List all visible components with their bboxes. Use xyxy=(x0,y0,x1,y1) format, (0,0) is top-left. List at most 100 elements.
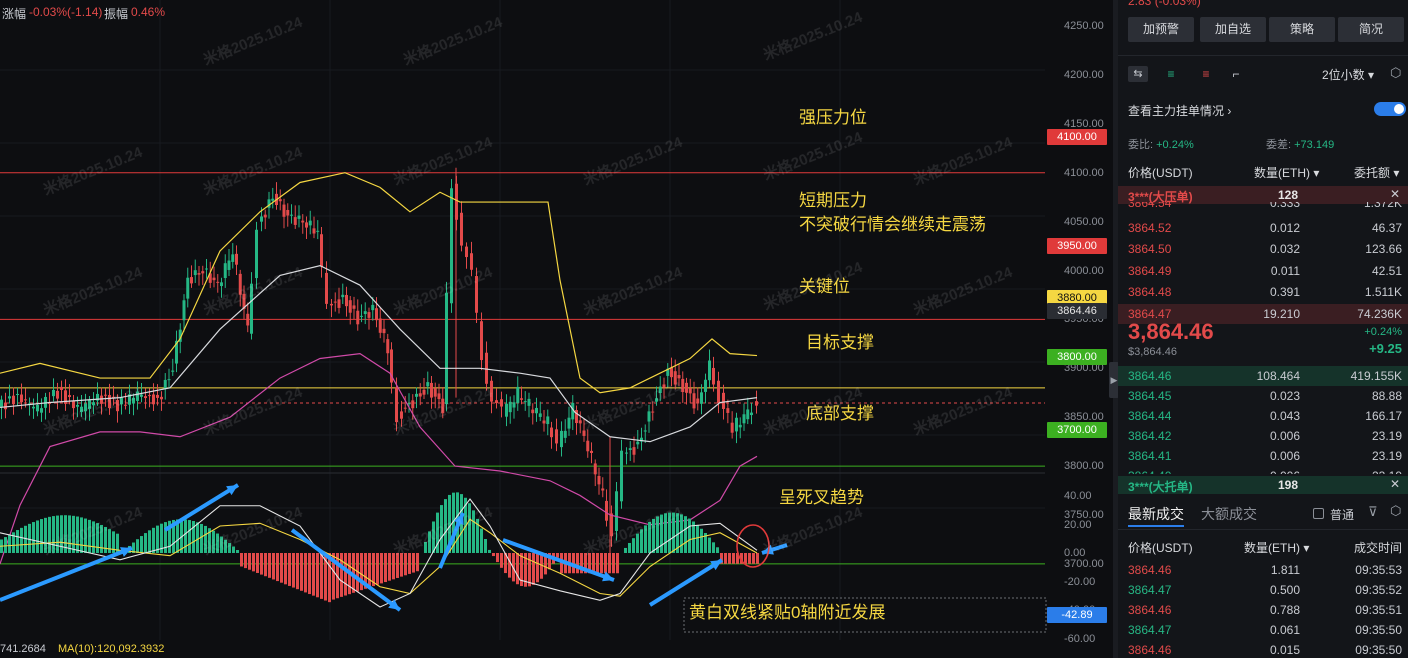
macd-bar xyxy=(712,542,715,553)
tab-latest-trades[interactable]: 最新成交 xyxy=(1128,504,1184,524)
trade-row[interactable]: 3864.47 0.061 09:35:50 xyxy=(1118,620,1408,640)
macd-bar xyxy=(256,553,259,573)
macd-bar xyxy=(292,553,295,588)
alert-button[interactable]: 加预警 xyxy=(1128,17,1194,42)
filter-icon[interactable]: ⊽ xyxy=(1368,504,1378,520)
candle-body xyxy=(738,424,742,428)
bid-block-row[interactable]: 3***(大托单) 198 ✕ xyxy=(1118,476,1408,494)
main-orders-toggle[interactable] xyxy=(1374,102,1406,116)
macd-bar xyxy=(8,534,11,553)
macd-axis-tick: 20.00 xyxy=(1064,518,1092,531)
settings-hex-icon[interactable]: ⬡ xyxy=(1390,503,1401,519)
candle-body xyxy=(216,281,220,283)
candle-body xyxy=(231,254,235,262)
macd-bar xyxy=(440,505,443,553)
candle-body xyxy=(193,270,197,276)
candle-body xyxy=(140,394,143,397)
footer-ma: MA(10):120,092.3932 xyxy=(58,643,165,655)
candle-body xyxy=(305,222,308,228)
bid-row[interactable]: 3864.40 0.006 23.19 xyxy=(1118,466,1408,474)
trade-row[interactable]: 3864.46 0.788 09:35:51 xyxy=(1118,600,1408,620)
bid-row[interactable]: 3864.44 0.043 166.17 xyxy=(1118,406,1408,426)
bollinger-upper xyxy=(0,172,758,394)
candle-body xyxy=(56,390,59,399)
trade-row[interactable]: 3864.46 0.015 09:35:50 xyxy=(1118,640,1408,658)
candle-body xyxy=(160,396,163,400)
overview-button[interactable]: 简况 xyxy=(1338,17,1404,42)
filter-checkbox[interactable] xyxy=(1313,508,1324,519)
candle-body xyxy=(356,310,360,325)
bid-row[interactable]: 3864.41 0.006 23.19 xyxy=(1118,446,1408,466)
candle-body xyxy=(655,398,658,402)
bid-row-price: 3864.40 xyxy=(1128,469,1171,474)
candle-body xyxy=(163,379,167,389)
macd-bar xyxy=(672,512,675,553)
macd-bar xyxy=(36,520,39,553)
book-header-amount[interactable]: 委托额 ▾ xyxy=(1354,164,1399,181)
candle-body xyxy=(156,394,159,398)
tab-large-trades[interactable]: 大额成交 xyxy=(1201,504,1257,524)
commission-diff-value: +73.149 xyxy=(1294,139,1335,151)
bid-row[interactable]: 3864.46 108.464 419.155K xyxy=(1118,366,1408,386)
candle-body xyxy=(685,382,688,393)
ask-row[interactable]: 3864.52 0.012 46.37 xyxy=(1118,218,1408,238)
candle-body xyxy=(386,339,390,354)
watchlist-button[interactable]: 加自选 xyxy=(1200,17,1266,42)
macd-bar xyxy=(444,499,447,553)
candle-body xyxy=(378,318,382,333)
macd-bar xyxy=(644,525,647,553)
annotation-macd-note: 黄白双线紧贴0轴附近发展 xyxy=(689,603,886,622)
ask-row-amount: 42.51 xyxy=(1371,263,1402,278)
strategy-button[interactable]: 策略 xyxy=(1269,17,1335,42)
trade-row[interactable]: 3864.46 1.811 09:35:53 xyxy=(1118,560,1408,580)
candle-body xyxy=(746,409,750,420)
book-header-qty[interactable]: 数量(ETH) ▾ xyxy=(1254,164,1319,181)
candle-body xyxy=(696,398,700,404)
candle-body xyxy=(712,367,715,385)
macd-bar xyxy=(608,553,611,574)
bid-block-label: 3***(大托单) xyxy=(1128,480,1193,494)
ask-row[interactable]: 3864.50 0.032 123.66 xyxy=(1118,239,1408,259)
book-bids-icon[interactable]: ≡ xyxy=(1163,66,1179,82)
ask-row-qty: 0.333 xyxy=(1269,202,1300,210)
trade-row-price: 3864.46 xyxy=(1128,563,1172,577)
trade-row[interactable]: 3864.47 0.500 09:35:52 xyxy=(1118,580,1408,600)
candle-body xyxy=(293,217,297,225)
commission-ratio-label: 委比: xyxy=(1128,139,1154,151)
book-both-icon[interactable]: ⇆ xyxy=(1128,66,1148,82)
price-axis-tick: 4100.00 xyxy=(1064,166,1104,179)
macd-bar xyxy=(144,533,147,553)
bid-row-amount: 88.88 xyxy=(1371,389,1402,403)
book-asks-icon[interactable]: ≡ xyxy=(1198,66,1214,82)
annotation-strong-resistance: 强压力位 xyxy=(799,108,867,127)
commission-diff-label: 委差: xyxy=(1266,139,1292,151)
macd-bar xyxy=(224,539,227,553)
change-value: -0.03%(-1.14) xyxy=(29,5,103,19)
bid-row[interactable]: 3864.42 0.006 23.19 xyxy=(1118,426,1408,446)
candle-body xyxy=(450,188,453,304)
candle-body xyxy=(495,400,498,404)
candle-body xyxy=(333,301,337,303)
ask-row[interactable]: 3864.48 0.391 1.511K xyxy=(1118,282,1408,302)
candle-body xyxy=(325,272,328,304)
macd-bar xyxy=(80,517,83,553)
close-icon[interactable]: ✕ xyxy=(1390,477,1400,491)
candle-body xyxy=(403,407,407,409)
macd-bar xyxy=(212,530,215,553)
trades-header-qty[interactable]: 数量(ETH) ▾ xyxy=(1244,539,1309,556)
book-trades-icon[interactable]: ⌐ xyxy=(1228,66,1244,82)
macd-bar xyxy=(624,547,627,553)
bid-row-amount: 23.19 xyxy=(1371,449,1402,463)
macd-bar xyxy=(316,553,319,598)
ask-row[interactable]: 3864.54 0.333 1.372K xyxy=(1118,202,1408,214)
bid-row[interactable]: 3864.45 0.023 88.88 xyxy=(1118,386,1408,406)
settings-hex-icon[interactable]: ⬡ xyxy=(1390,65,1401,81)
kline-chart[interactable]: 涨幅 -0.03%(-1.14) 振幅 0.46% 4250.00 4200.00… xyxy=(0,0,1113,658)
ask-row[interactable]: 3864.49 0.011 42.51 xyxy=(1118,261,1408,281)
decimals-select[interactable]: 2位小数 ▾ xyxy=(1322,66,1374,83)
close-icon[interactable]: ✕ xyxy=(1390,187,1400,201)
kline-svg[interactable] xyxy=(0,0,1113,658)
candle-body xyxy=(360,315,363,317)
main-orders-link[interactable]: 查看主力挂单情况 › xyxy=(1128,102,1231,119)
last-price-usd: $3,864.46 xyxy=(1128,346,1177,358)
